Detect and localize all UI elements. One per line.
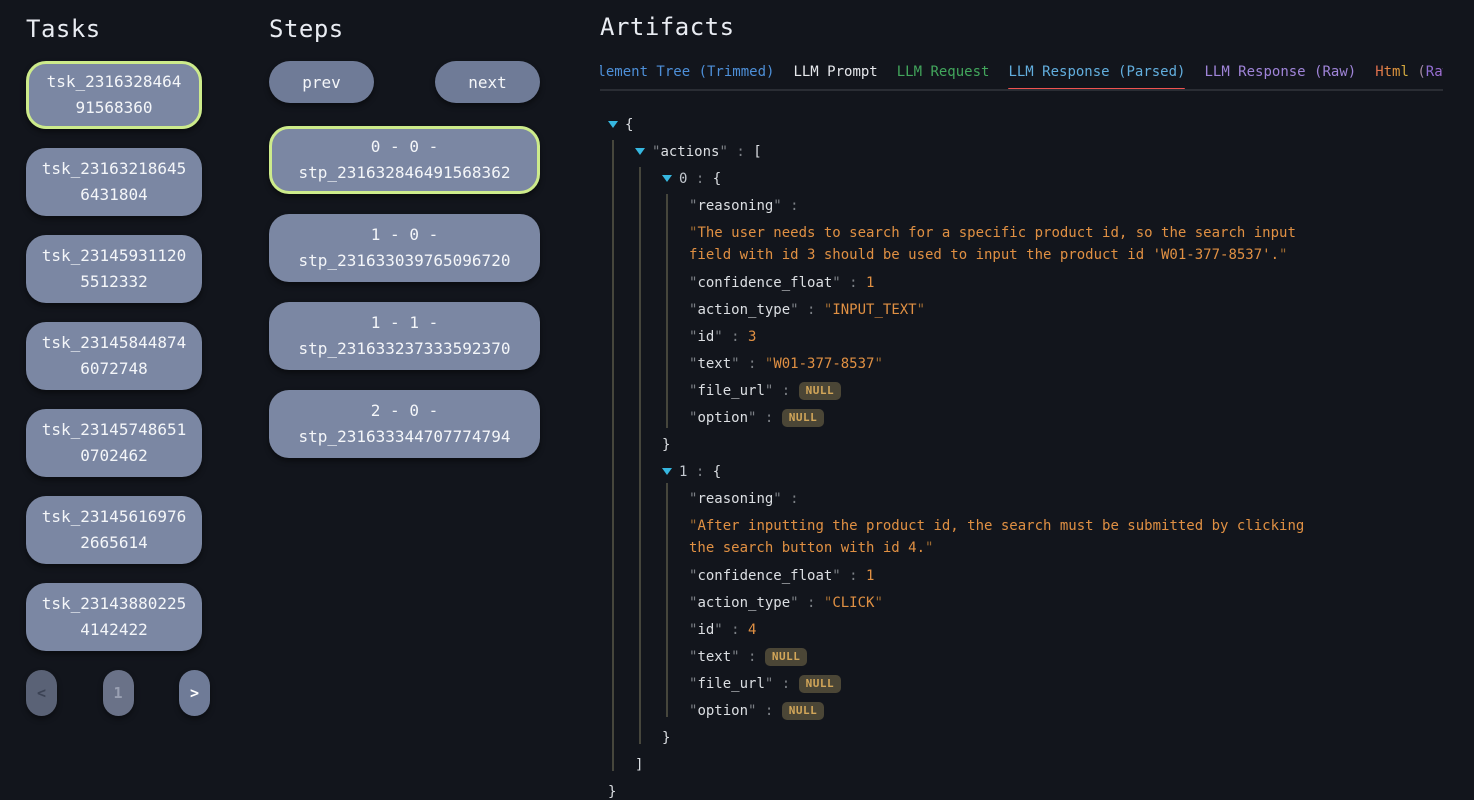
tasks-pagination: < 1 >	[26, 670, 210, 716]
task-button-2[interactable]: tsk_231459311205512332	[26, 235, 202, 303]
json-tree-row: }	[600, 432, 1474, 459]
task-button-0[interactable]: tsk_231632846491568360	[26, 61, 202, 129]
tasks-panel: Tasks tsk_231632846491568360 tsk_23163218…	[26, 14, 202, 716]
json-tree-row: 1 : {	[600, 459, 1474, 486]
json-tree-viewer: {"actions" : [0 : {"reasoning" :"The use…	[600, 112, 1474, 800]
json-tree-row: "file_url" : NULL	[600, 378, 1474, 405]
json-tree-row: "reasoning" :	[600, 486, 1474, 513]
indent-guide	[639, 167, 641, 744]
json-tree-row: "confidence_float" : 1	[600, 270, 1474, 297]
task-button-3[interactable]: tsk_231458448746072748	[26, 322, 202, 390]
step-button-3[interactable]: 2 - 0 - stp_231633344707774794	[269, 390, 540, 458]
step-button-2[interactable]: 1 - 1 - stp_231633237333592370	[269, 302, 540, 370]
json-tree-row: "id" : 4	[600, 617, 1474, 644]
null-badge: NULL	[782, 409, 825, 427]
json-tree-row: "action_type" : "INPUT_TEXT"	[600, 297, 1474, 324]
json-tree-row: "The user needs to search for a specific…	[600, 220, 1338, 270]
json-tree-row: "option" : NULL	[600, 698, 1474, 725]
indent-guide	[612, 140, 614, 771]
steps-next-button[interactable]: next	[435, 61, 540, 103]
steps-nav: prev next	[269, 61, 540, 103]
json-tree-row: }	[600, 725, 1474, 752]
json-tree-row: }	[600, 779, 1474, 800]
tab-element-tree-trimmed[interactable]: Element Tree (Trimmed)	[600, 64, 774, 80]
step-button-0[interactable]: 0 - 0 - stp_231632846491568362	[269, 126, 540, 194]
tab-llm-response-raw[interactable]: LLM Response (Raw)	[1204, 64, 1356, 80]
artifacts-tab-bar: Element Tree (Trimmed) LLM Prompt LLM Requ…	[600, 64, 1443, 91]
task-list: tsk_231632846491568360 tsk_23163218645643…	[26, 61, 202, 651]
tab-html-raw[interactable]: Html (Raw)	[1375, 64, 1443, 80]
json-tree-row: "reasoning" :	[600, 193, 1474, 220]
json-tree-row: "option" : NULL	[600, 405, 1474, 432]
tasks-prev-page-button[interactable]: <	[26, 670, 57, 716]
artifacts-title: Artifacts	[600, 12, 1460, 43]
steps-panel: Steps prev next 0 - 0 - stp_231632846491…	[269, 14, 540, 478]
artifacts-panel: Artifacts Element Tree (Trimmed) LLM Prom…	[600, 12, 1460, 91]
null-badge: NULL	[765, 648, 808, 666]
tab-llm-response-parsed[interactable]: LLM Response (Parsed)	[1008, 64, 1185, 80]
collapse-arrow-icon[interactable]	[635, 148, 645, 155]
json-tree-row: "actions" : [	[600, 139, 1474, 166]
step-button-1[interactable]: 1 - 0 - stp_231633039765096720	[269, 214, 540, 282]
task-button-6[interactable]: tsk_231438802254142422	[26, 583, 202, 651]
json-tree-row: "action_type" : "CLICK"	[600, 590, 1474, 617]
json-tree-row: "After inputting the product id, the sea…	[600, 513, 1338, 563]
tasks-page-number-button[interactable]: 1	[103, 670, 134, 716]
task-button-5[interactable]: tsk_231456169762665614	[26, 496, 202, 564]
tab-llm-prompt[interactable]: LLM Prompt	[793, 64, 877, 80]
json-tree-row: "confidence_float" : 1	[600, 563, 1474, 590]
null-badge: NULL	[782, 702, 825, 720]
collapse-arrow-icon[interactable]	[662, 175, 672, 182]
indent-guide	[666, 483, 668, 717]
steps-prev-button[interactable]: prev	[269, 61, 374, 103]
collapse-arrow-icon[interactable]	[608, 121, 618, 128]
json-tree-row: 0 : {	[600, 166, 1474, 193]
tasks-next-page-button[interactable]: >	[179, 670, 210, 716]
task-button-1[interactable]: tsk_231632186456431804	[26, 148, 202, 216]
json-tree-row: {	[600, 112, 1474, 139]
steps-title: Steps	[269, 14, 540, 45]
json-tree-row: "text" : "W01-377-8537"	[600, 351, 1474, 378]
json-tree-row: "file_url" : NULL	[600, 671, 1474, 698]
task-button-4[interactable]: tsk_231457486510702462	[26, 409, 202, 477]
null-badge: NULL	[799, 675, 842, 693]
json-tree-row: ]	[600, 752, 1474, 779]
null-badge: NULL	[799, 382, 842, 400]
collapse-arrow-icon[interactable]	[662, 468, 672, 475]
tab-llm-request[interactable]: LLM Request	[897, 64, 990, 80]
tasks-title: Tasks	[26, 14, 202, 45]
step-list: 0 - 0 - stp_231632846491568362 1 - 0 - st…	[269, 126, 540, 458]
indent-guide	[666, 194, 668, 428]
json-tree-row: "id" : 3	[600, 324, 1474, 351]
json-tree-row: "text" : NULL	[600, 644, 1474, 671]
